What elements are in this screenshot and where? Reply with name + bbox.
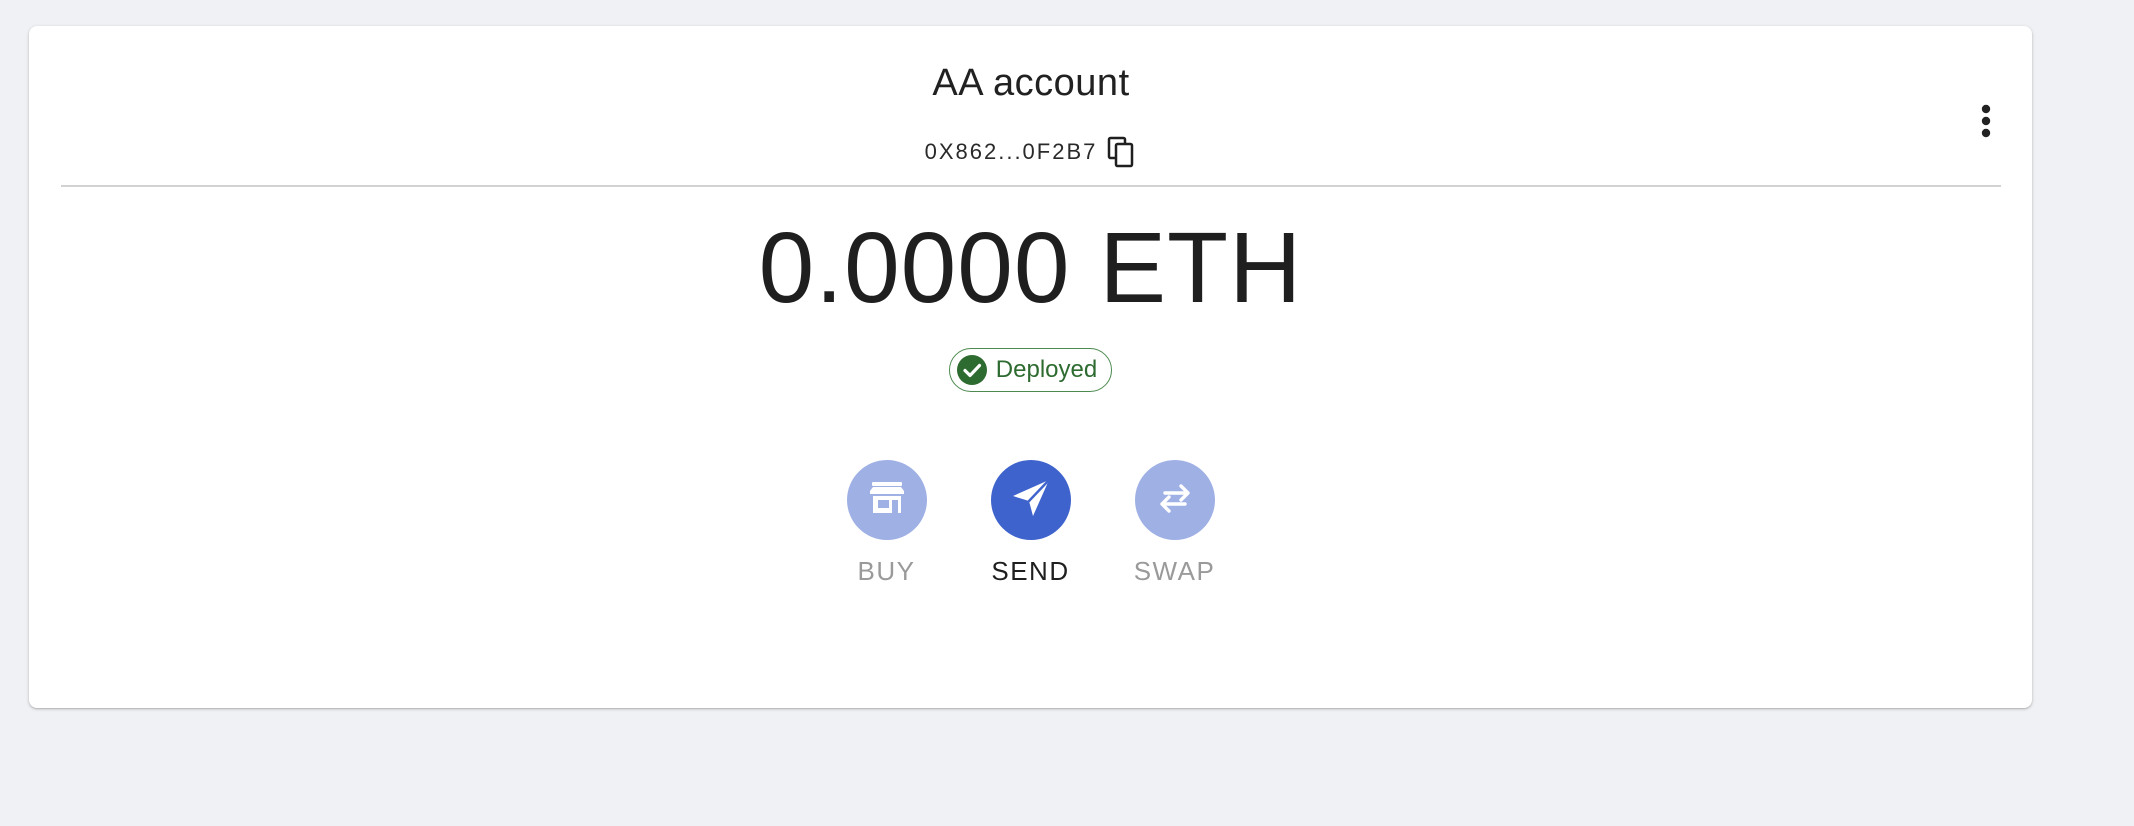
account-card: AA account 0X862...0F2B7 0.0000 ETH Depl…: [29, 26, 2032, 708]
buy-button[interactable]: BUY: [846, 460, 927, 586]
address-row: 0X862...0F2B7: [61, 136, 2001, 168]
copy-icon[interactable]: [1107, 136, 1137, 168]
swap-button-label: SWAP: [1133, 556, 1216, 586]
balance-amount: 0.0000 ETH: [758, 212, 1303, 324]
send-icon: [1009, 476, 1053, 525]
account-header: AA account 0X862...0F2B7: [61, 26, 2001, 187]
swap-button-circle[interactable]: [1134, 460, 1215, 540]
swap-icon: [1155, 482, 1195, 519]
more-vertical-icon[interactable]: [1974, 94, 1998, 148]
store-icon: [868, 480, 906, 521]
status-label: Deployed: [995, 356, 1098, 383]
status-row: Deployed: [29, 348, 2032, 392]
swap-button[interactable]: SWAP: [1133, 460, 1216, 586]
send-button[interactable]: SEND: [990, 460, 1071, 586]
status-badge: Deployed: [948, 348, 1113, 392]
action-buttons: BUY SEND SWAP: [29, 460, 2032, 584]
check-circle-icon: [956, 354, 988, 386]
send-button-label: SEND: [991, 556, 1070, 586]
account-address: 0X862...0F2B7: [924, 139, 1098, 164]
buy-button-circle[interactable]: [846, 460, 927, 540]
account-title: AA account: [932, 62, 1130, 104]
buy-button-label: BUY: [857, 556, 916, 586]
send-button-circle[interactable]: [990, 460, 1071, 540]
